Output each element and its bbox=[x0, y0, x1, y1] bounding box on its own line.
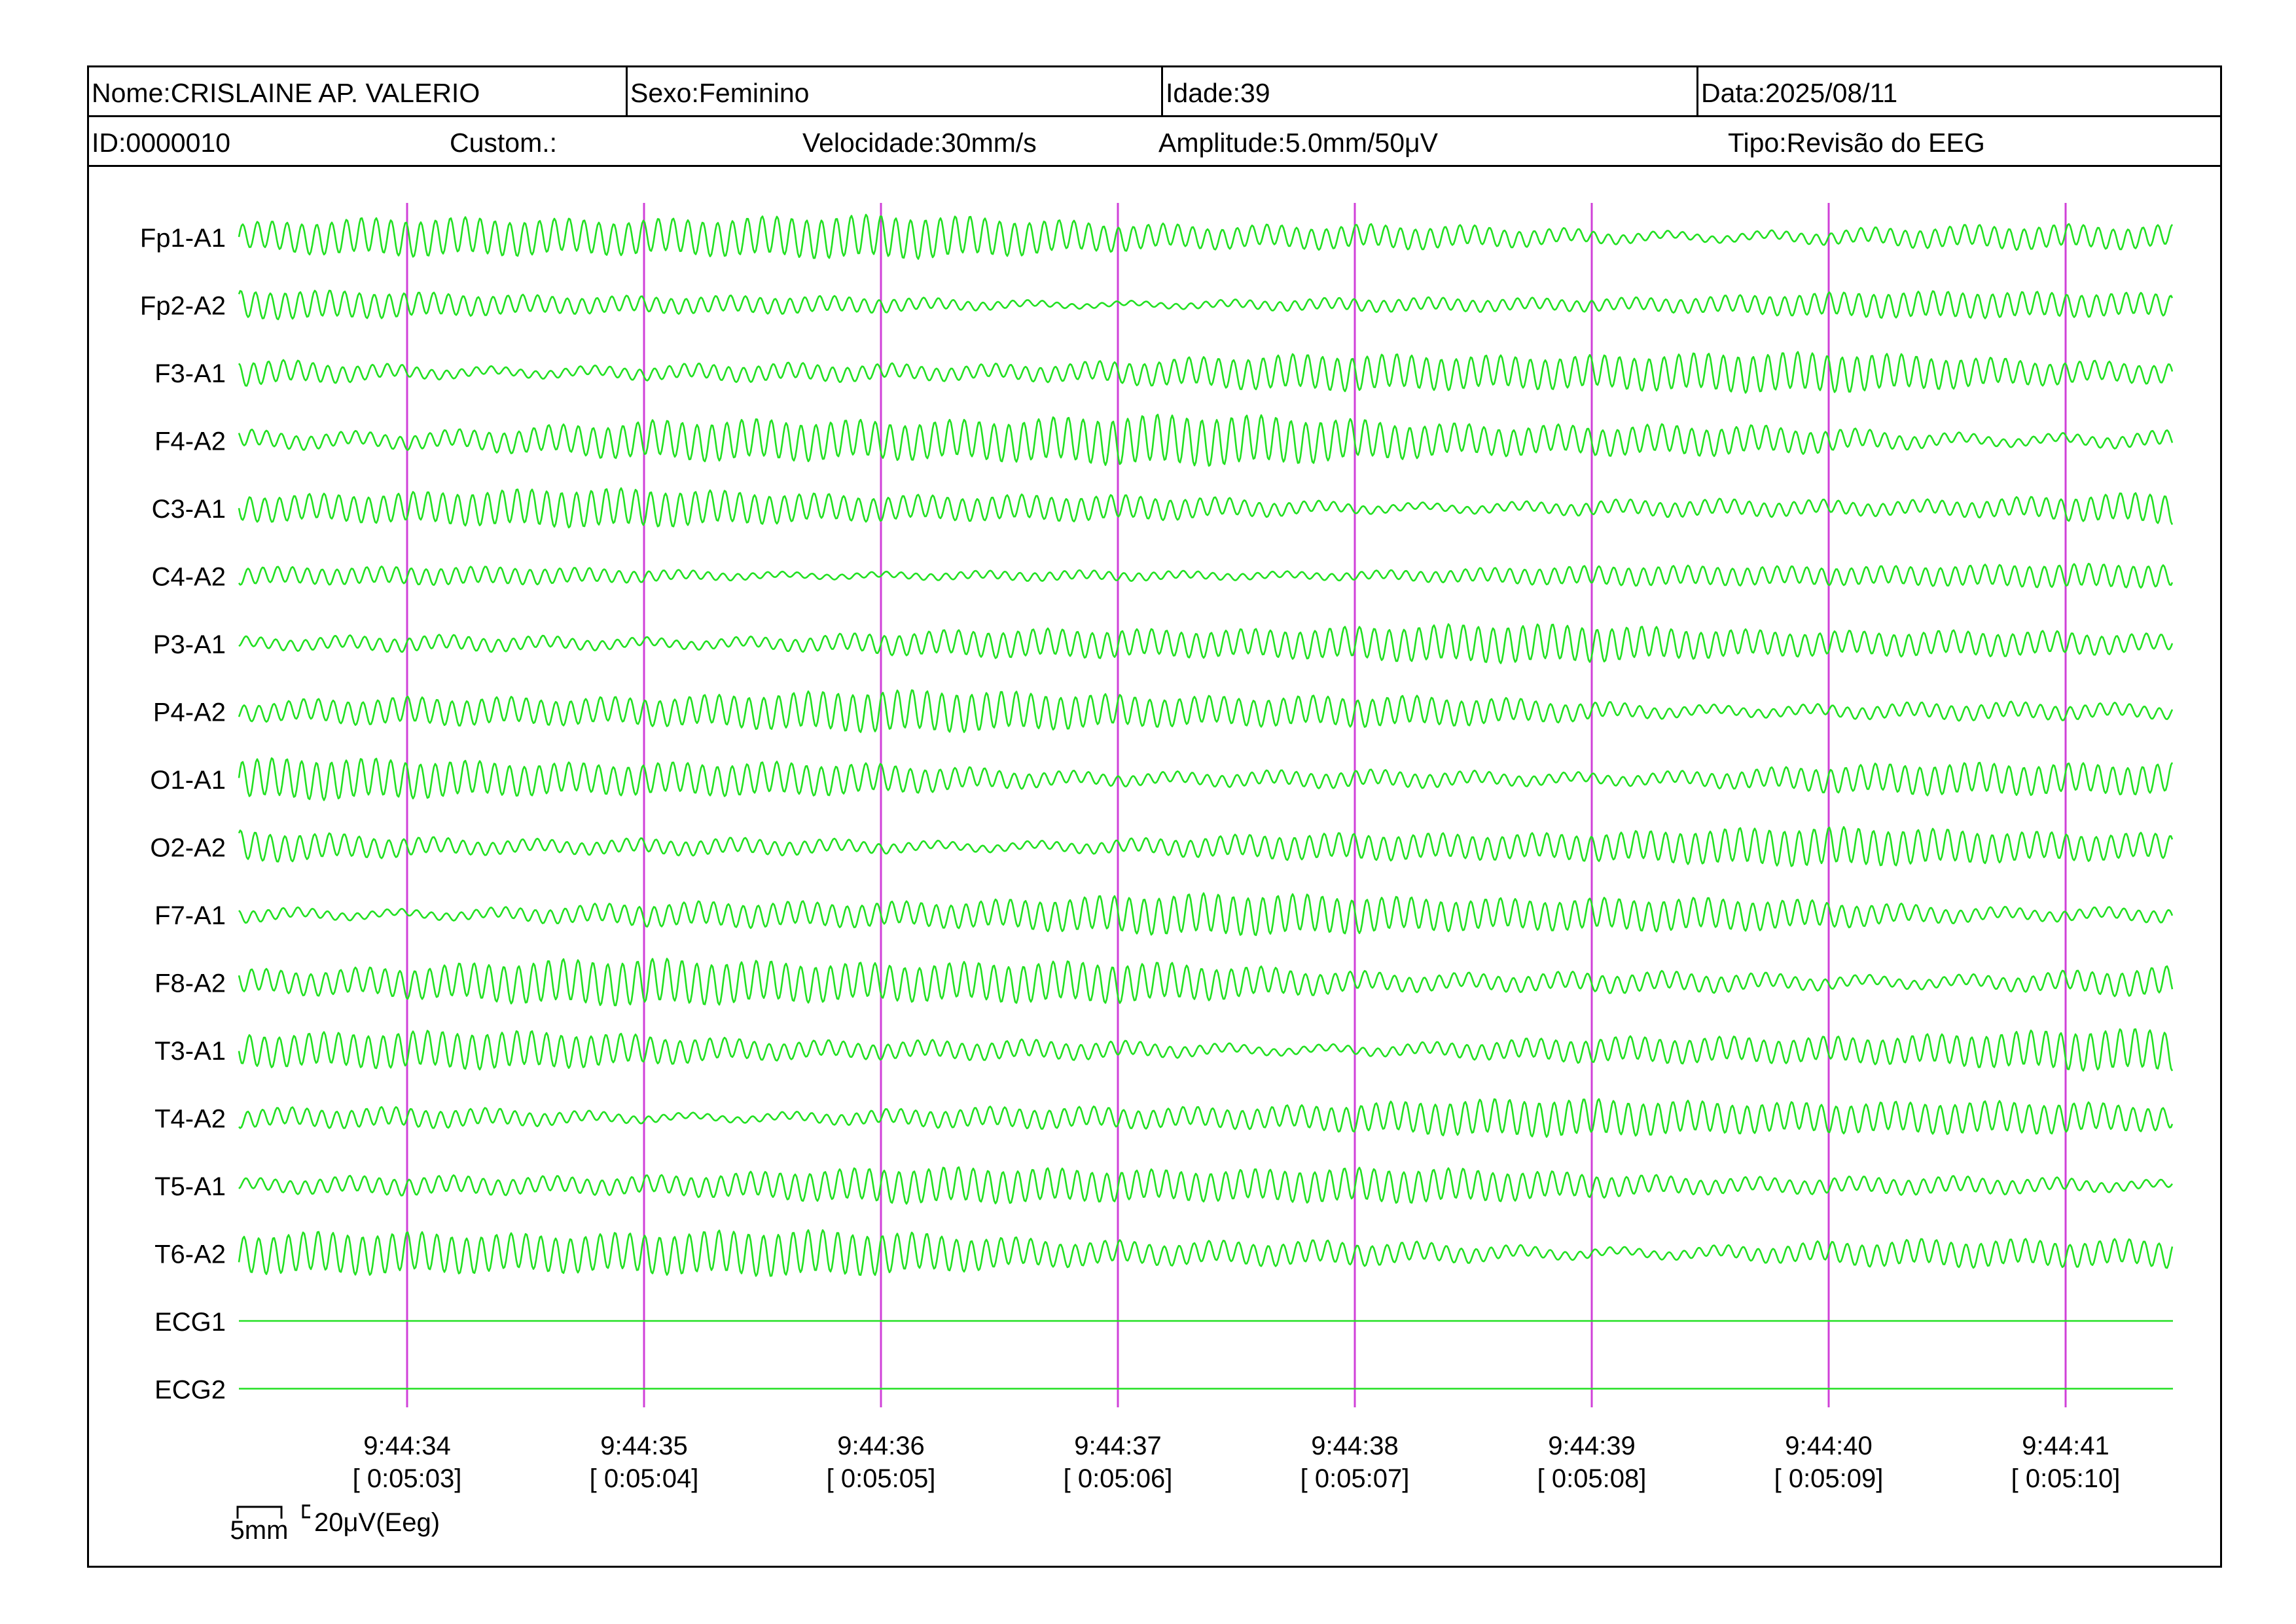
channel-label: T4-A2 bbox=[154, 1105, 226, 1134]
eeg-trace bbox=[238, 826, 2174, 867]
channel-label: T5-A1 bbox=[154, 1172, 226, 1201]
channel-label: C3-A1 bbox=[152, 495, 226, 524]
eeg-trace bbox=[238, 892, 2174, 936]
time-label: 9:44:41 bbox=[2022, 1432, 2109, 1460]
time-label: 9:44:38 bbox=[1311, 1432, 1398, 1460]
eeg-trace bbox=[238, 289, 2174, 321]
channel-label: Fp2-A2 bbox=[140, 292, 226, 321]
eeg-trace bbox=[238, 1166, 2174, 1205]
eeg-trace bbox=[238, 1028, 2174, 1072]
eeg-chart: Fp1-A1 Fp2-A2 F3-A1 F4-A2 C3-A1 C4-A2 P3-A1 P4-… bbox=[140, 203, 2174, 1545]
elapsed-time-label: [ 0:05:10] bbox=[2011, 1464, 2121, 1493]
channel-label: C4-A2 bbox=[152, 563, 226, 592]
amplitude-scale-bar bbox=[302, 1504, 310, 1519]
channel-label: P3-A1 bbox=[153, 630, 226, 659]
eeg-trace bbox=[238, 213, 2174, 260]
channel-label: F4-A2 bbox=[154, 427, 226, 456]
eeg-trace bbox=[238, 623, 2174, 664]
channel-label: P4-A2 bbox=[153, 698, 226, 727]
time-label: 9:44:36 bbox=[837, 1432, 924, 1460]
eeg-trace bbox=[238, 487, 2174, 529]
elapsed-time-label: [ 0:05:07] bbox=[1300, 1464, 1410, 1493]
eeg-trace bbox=[238, 562, 2174, 589]
time-label: 9:44:39 bbox=[1548, 1432, 1635, 1460]
eeg-trace bbox=[238, 351, 2174, 394]
eeg-trace bbox=[238, 757, 2174, 801]
channel-label: Fp1-A1 bbox=[140, 224, 226, 253]
elapsed-time-label: [ 0:05:05] bbox=[827, 1464, 936, 1493]
time-label: 9:44:40 bbox=[1785, 1432, 1872, 1460]
time-scale-label: 5mm bbox=[230, 1516, 289, 1545]
time-label: 9:44:34 bbox=[363, 1432, 450, 1460]
channel-label: ECG1 bbox=[154, 1308, 226, 1337]
amplitude-scale-label: 20μV(Eeg) bbox=[314, 1508, 440, 1537]
eeg-trace bbox=[238, 414, 2174, 467]
eeg-trace bbox=[238, 689, 2174, 733]
channel-label: T3-A1 bbox=[154, 1037, 226, 1066]
elapsed-time-label: [ 0:05:04] bbox=[590, 1464, 699, 1493]
elapsed-time-label: [ 0:05:09] bbox=[1774, 1464, 1884, 1493]
eeg-trace bbox=[238, 958, 2174, 1007]
channel-label: F7-A1 bbox=[154, 901, 226, 930]
channel-label: O2-A2 bbox=[150, 834, 226, 863]
elapsed-time-label: [ 0:05:08] bbox=[1537, 1464, 1647, 1493]
time-label: 9:44:35 bbox=[600, 1432, 687, 1460]
channel-label: F3-A1 bbox=[154, 359, 226, 388]
elapsed-time-label: [ 0:05:06] bbox=[1064, 1464, 1173, 1493]
eeg-trace bbox=[238, 1229, 2174, 1277]
channel-label: ECG2 bbox=[154, 1376, 226, 1405]
channel-label: T6-A2 bbox=[154, 1240, 226, 1269]
channel-label: F8-A2 bbox=[154, 969, 226, 998]
channel-label: O1-A1 bbox=[150, 766, 226, 795]
elapsed-time-label: [ 0:05:03] bbox=[353, 1464, 462, 1493]
time-label: 9:44:37 bbox=[1074, 1432, 1161, 1460]
eeg-trace bbox=[238, 1098, 2174, 1138]
